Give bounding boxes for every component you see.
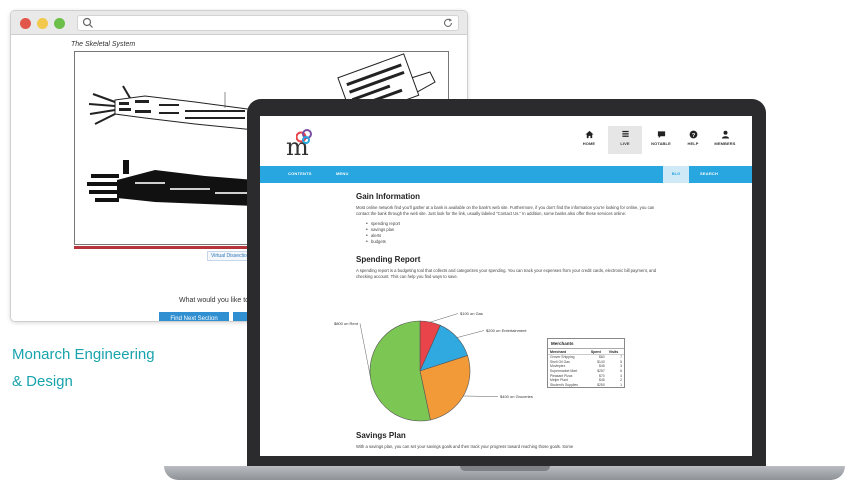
minimize-window-button[interactable] xyxy=(37,18,48,29)
services-list: spending report savings plan alerts budg… xyxy=(366,221,666,245)
savings-plan-heading: Savings Plan xyxy=(356,431,406,440)
slice-leader-line xyxy=(359,323,371,377)
company-tagline-line2: & Design xyxy=(12,373,73,390)
user-icon xyxy=(721,130,729,139)
spending-report-paragraph: A spending report is a budgeting tool th… xyxy=(356,268,657,279)
merchants-title: Merchants xyxy=(548,339,624,349)
nav-home[interactable]: HOME xyxy=(572,130,606,146)
list-item: budgets xyxy=(366,239,666,245)
nav-home-label: HOME xyxy=(582,141,596,146)
address-bar[interactable] xyxy=(77,15,459,31)
find-next-section-button[interactable]: Find Next Section xyxy=(159,312,229,321)
section-nav-contents[interactable]: CONTENTS xyxy=(288,171,312,176)
merchants-table-panel: Merchants Merchant Spent Visits Grover S… xyxy=(547,338,625,389)
table-cell: 1 xyxy=(620,382,622,387)
article-body: Gain Information Most online network fin… xyxy=(356,192,666,284)
slice-leader-line xyxy=(430,313,459,323)
slice-label: $100 on Gas xyxy=(460,311,483,316)
pie-chart-svg: $100 on Gas $200 on Entertainment $400 on … xyxy=(334,311,533,422)
nav-members-label: MEMBERS xyxy=(714,141,736,146)
nav-notable[interactable]: NOTABLE xyxy=(644,130,678,146)
nav-live-label: LIVE xyxy=(620,141,630,146)
section-nav-menu[interactable]: MENU xyxy=(336,171,349,176)
slice-leader-line xyxy=(463,395,499,397)
gain-information-heading: Gain Information xyxy=(356,192,420,201)
document-icon xyxy=(621,130,629,137)
laptop-notch xyxy=(460,466,550,471)
merchants-table: Merchant Spent Visits Grover Shipping $60… xyxy=(548,349,624,387)
close-window-button[interactable] xyxy=(20,18,31,29)
nav-notable-label: NOTABLE xyxy=(651,141,671,146)
content-title: The Skeletal System xyxy=(71,41,136,48)
reload-icon[interactable] xyxy=(442,17,454,29)
spending-pie-chart: $100 on Gas $200 on Entertainment $400 on … xyxy=(334,311,560,425)
spending-report-heading: Spending Report xyxy=(356,255,421,264)
section-nav-search[interactable]: SEARCH xyxy=(700,171,718,176)
search-icon xyxy=(82,17,93,28)
logo-mark-icon xyxy=(296,129,312,144)
svg-text:?: ? xyxy=(691,133,695,139)
help-icon: ? xyxy=(689,130,697,139)
section-nav-active-tab-label: BLG xyxy=(671,171,681,176)
nav-help-label: HELP xyxy=(687,141,699,146)
laptop-screen: m HOME LIVE NOTABLE ? HELP MEMBERS CONTE… xyxy=(260,116,752,456)
table-cell: $250 xyxy=(597,382,605,387)
table-cell: Student's Supplies xyxy=(550,382,578,387)
company-tagline-line1: Monarch Engineering xyxy=(12,346,155,363)
slice-label: $800 on Rent xyxy=(334,321,359,326)
home-icon xyxy=(584,130,594,139)
slice-label: $200 on Entertainment xyxy=(486,328,527,333)
chat-icon xyxy=(657,131,665,139)
nav-members[interactable]: MEMBERS xyxy=(708,130,742,146)
table-row: Student's Supplies $250 1 xyxy=(548,383,624,388)
app-header: m HOME LIVE NOTABLE ? HELP MEMBERS xyxy=(260,116,752,166)
nav-help[interactable]: ? HELP xyxy=(676,130,710,146)
slice-leader-line xyxy=(457,330,485,338)
savings-plan-paragraph: With a savings plan, you can set your sa… xyxy=(356,444,574,449)
slice-label: $400 on Groceries xyxy=(500,394,533,399)
promo-stage: The Skeletal System Virtual Dissection W… xyxy=(0,0,845,488)
nav-live[interactable]: LIVE xyxy=(608,126,642,154)
gain-information-paragraph: Most online network find you'll gather a… xyxy=(356,205,655,216)
browser-toolbar xyxy=(11,11,467,35)
savings-plan-section: Savings Plan With a savings plan, you ca… xyxy=(356,431,666,454)
maximize-window-button[interactable] xyxy=(54,18,65,29)
